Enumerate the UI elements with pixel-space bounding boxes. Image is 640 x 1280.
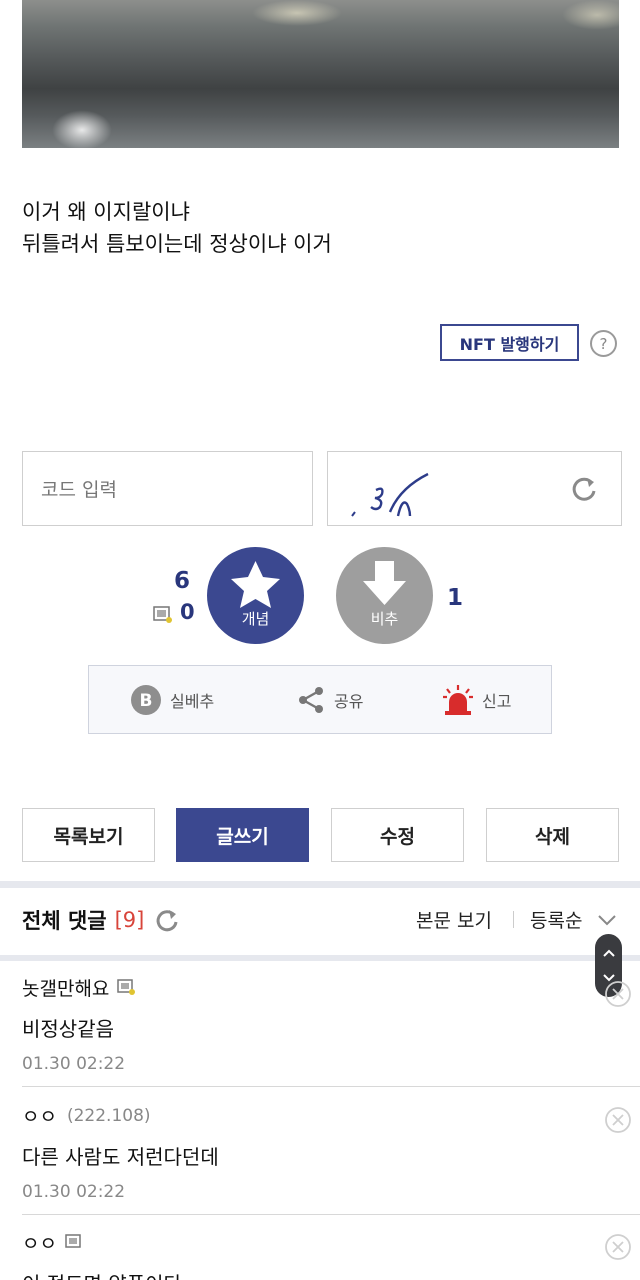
image-glare [52,110,112,148]
downvote-count: 1 [447,585,464,611]
siren-icon [443,684,473,715]
fixed-user-icon [117,979,136,995]
write-button[interactable]: 글쓰기 [176,808,309,862]
section-divider [0,881,640,888]
best-recommend-button[interactable]: B 실베추 [130,666,214,733]
comment-date: 01.30 02:22 [22,1054,126,1074]
edit-button[interactable]: 수정 [331,808,464,862]
image-glare [562,0,619,30]
post-body: 이거 왜 이지랄이냐 뒤틀려서 틈보이는데 정상이냐 이거 [22,196,332,260]
upvote-label: 개념 [241,610,270,628]
captcha-image [351,472,429,517]
chevron-up-icon[interactable] [602,948,616,958]
share-button[interactable]: 공유 [296,666,363,733]
comment-item: ㅇㅇ (222.108) 다른 사람도 저런다던데 01.30 02:22 [22,1102,622,1203]
downvote-button[interactable]: 비추 [336,547,433,644]
comment-divider [22,1214,640,1215]
comment-body: 다른 사람도 저런다던데 [22,1145,219,1169]
comment-item: 놋갤만해요 비정상같음 01.30 02:22 [22,974,622,1074]
post-line: 뒤틀려서 틈보이는데 정상이냐 이거 [22,232,332,256]
comment-body: 이 정도면 양품이다 [22,1268,622,1280]
comment-item: ㅇㅇ 이 정도면 양품이다 [22,1229,622,1280]
half-fixed-user-icon [65,1234,81,1248]
captcha-image-box [327,451,622,526]
best-b-icon: B [131,684,161,715]
comment-nickname[interactable]: ㅇㅇ [22,1102,57,1129]
upvote-count: 6 [173,568,190,594]
downvote-label: 비추 [370,610,399,628]
comment-nickname[interactable]: ㅇㅇ [22,1229,57,1256]
svg-text:B: B [140,691,153,711]
down-arrow-icon [363,561,406,605]
post-action-bar: B 실베추 공유 신고 [88,665,552,734]
captcha-placeholder: 코드 입력 [41,479,117,501]
post-line: 이거 왜 이지랄이냐 [22,200,190,224]
share-icon [299,686,323,713]
header-separator [513,911,514,928]
post-image [22,0,619,148]
comments-refresh-icon[interactable] [154,907,180,933]
comments-title: 전체 댓글 [22,909,107,933]
comment-date: 01.30 02:22 [22,1182,126,1202]
fixed-upvote-count: 0 [180,600,195,624]
star-icon [231,561,280,608]
captcha-refresh-icon[interactable] [569,474,599,504]
sort-order-dropdown[interactable]: 등록순 [530,906,582,933]
comments-divider [0,955,640,961]
report-button[interactable]: 신고 [442,666,511,733]
delete-button[interactable]: 삭제 [486,808,619,862]
image-glare [252,0,342,26]
comment-body: 비정상같음 [22,1017,114,1041]
comment-divider [22,1086,640,1087]
comment-ip: (222.108) [66,1105,151,1126]
best-recommend-label: 실베추 [170,691,215,711]
share-label: 공유 [334,691,364,711]
comments-header: 전체 댓글 [9] [22,900,180,940]
view-body-link[interactable]: 본문 보기 [416,906,492,933]
delete-comment-icon[interactable] [604,1233,632,1261]
delete-comment-icon[interactable] [604,980,632,1008]
list-view-button[interactable]: 목록보기 [22,808,155,862]
fixed-user-icon [153,606,172,623]
comment-nickname[interactable]: 놋갤만해요 [22,974,109,1001]
nft-publish-button[interactable]: NFT 발행하기 [440,324,579,361]
report-label: 신고 [482,691,512,711]
comments-count: [9] [114,908,145,932]
chevron-down-icon[interactable] [596,909,618,931]
help-icon[interactable]: ? [590,330,617,357]
upvote-button[interactable]: 개념 [207,547,304,644]
delete-comment-icon[interactable] [604,1106,632,1134]
captcha-code-input[interactable]: 코드 입력 [22,451,313,526]
